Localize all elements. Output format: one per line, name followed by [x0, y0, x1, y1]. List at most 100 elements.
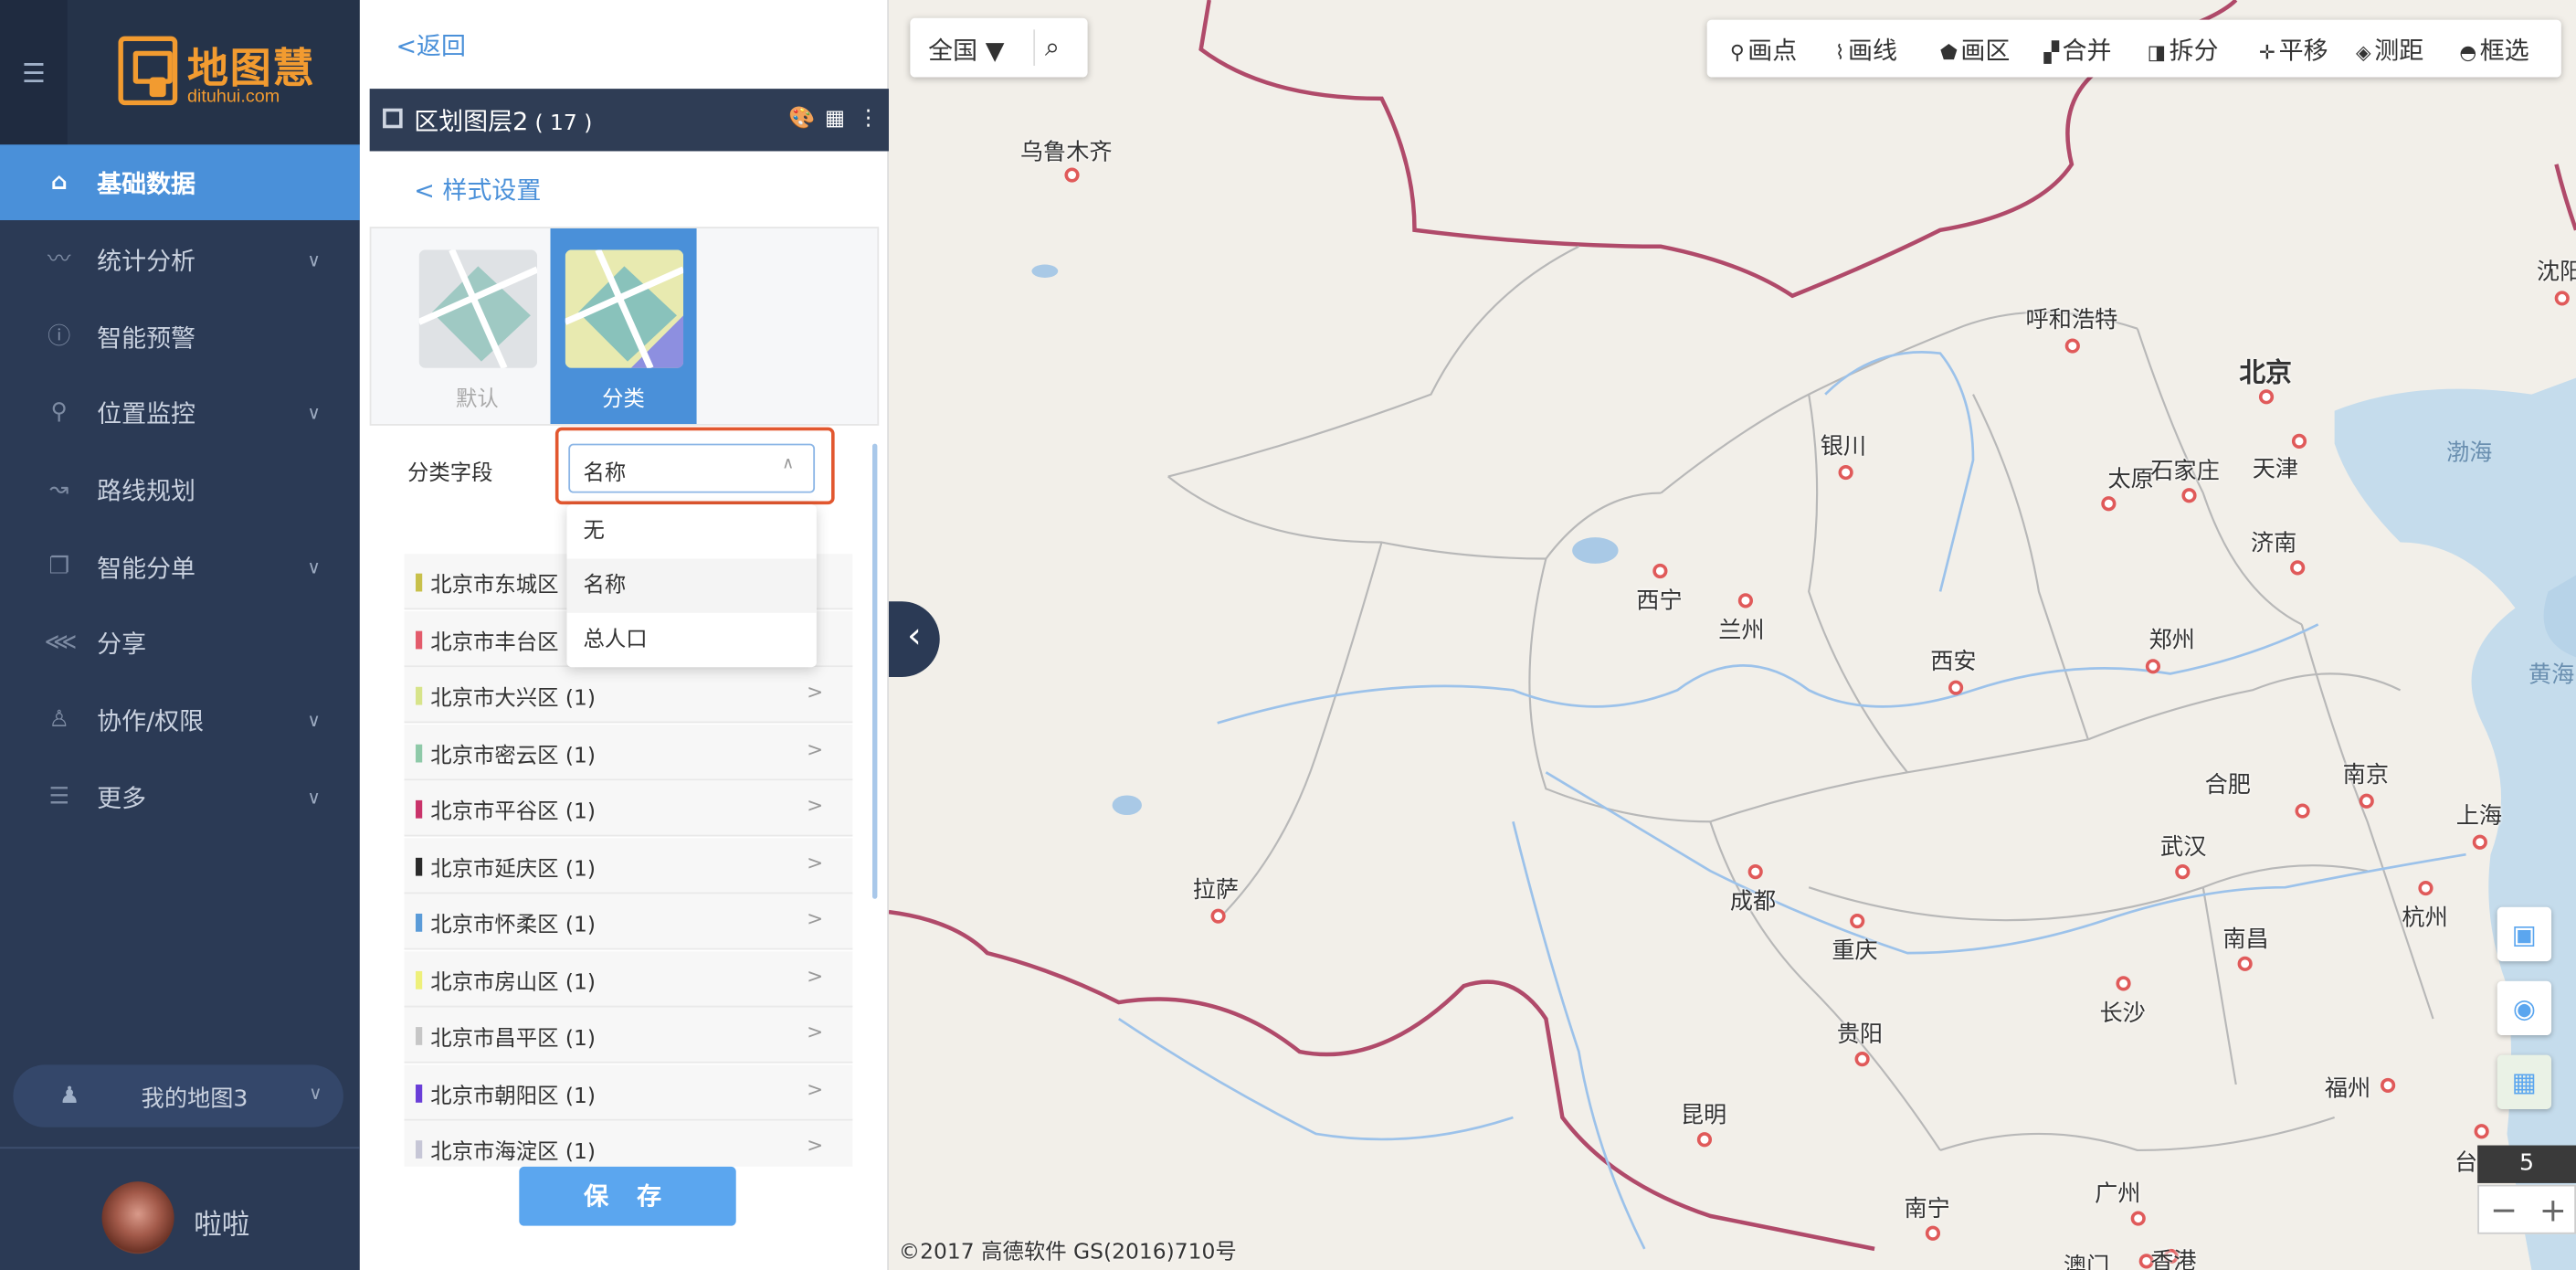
city-marker[interactable]	[2290, 560, 2306, 576]
list-item[interactable]: 北京市朝阳区 (1) >	[404, 1064, 853, 1120]
list-item[interactable]: 北京市房山区 (1) >	[404, 950, 853, 1007]
city-marker[interactable]	[2381, 1077, 2396, 1094]
sidebar-item-1[interactable]: 〰统计分析 ∨	[0, 222, 360, 298]
palette-icon[interactable]: 🎨	[788, 107, 815, 132]
city-marker[interactable]	[2145, 659, 2161, 674]
city-marker[interactable]	[1838, 464, 1853, 481]
list-item[interactable]: 北京市大兴区 (1) >	[404, 667, 853, 724]
toolbar-merge-button[interactable]: ▞ 合并	[2043, 33, 2111, 68]
category-field-select[interactable]: 名称 ∧	[568, 443, 816, 493]
city-marker[interactable]	[1737, 593, 1753, 609]
toolbar-label: 测距	[2374, 36, 2424, 66]
city-marker[interactable]	[2472, 834, 2487, 850]
toolbar-label: 拆分	[2169, 36, 2219, 66]
city-marker[interactable]	[1925, 1225, 1941, 1241]
dropdown-option-name[interactable]: 名称	[566, 558, 817, 613]
city-marker[interactable]	[2258, 389, 2275, 405]
avatar[interactable]	[101, 1181, 174, 1254]
my-map-selector[interactable]: ♟ 我的地图3 ∨	[13, 1064, 343, 1127]
city-marker[interactable]	[1747, 864, 1763, 880]
table-icon[interactable]: ▦	[825, 107, 845, 132]
city-marker[interactable]	[2101, 496, 2117, 512]
city-marker[interactable]	[1948, 680, 1964, 695]
city-marker[interactable]	[1652, 563, 1668, 579]
toolbar-ruler-button[interactable]: ◈ 测距	[2356, 33, 2423, 68]
region-dropdown[interactable]: 全国 ▼	[928, 33, 1004, 68]
zoom-in-button[interactable]: +	[2528, 1190, 2576, 1229]
sidebar-item-0[interactable]: ⌂ 基础数据	[0, 144, 360, 220]
color-swatch	[416, 913, 423, 932]
city-marker[interactable]	[2175, 864, 2191, 880]
city-marker[interactable]	[2554, 291, 2570, 306]
city-label: 南宁	[1904, 1196, 1950, 1223]
sidebar-item-5[interactable]: ❐ 智能分单 ∨	[0, 529, 360, 605]
sidebar-item-2[interactable]: ⓘ 智能预警	[0, 299, 360, 375]
toolbar-label: 合并	[2062, 36, 2112, 66]
city-marker[interactable]	[2295, 803, 2310, 819]
toolbar-label: 画线	[1848, 36, 1898, 66]
city-marker[interactable]	[1854, 1052, 1870, 1067]
list-item[interactable]: 北京市怀柔区 (1) >	[404, 894, 853, 950]
zoom-out-button[interactable]: −	[2479, 1190, 2528, 1229]
list-item[interactable]: 北京市平谷区 (1) >	[404, 780, 853, 837]
copyright: ©2017 高德软件 GS(2016)710号	[898, 1240, 1237, 1265]
city-label: 沈阳	[2536, 259, 2576, 286]
city-label: 呼和浩特	[2025, 307, 2118, 334]
sidebar-item-3[interactable]: ⚲ 位置监控 ∨	[0, 375, 360, 450]
list-item[interactable]: 北京市密云区 (1) >	[404, 724, 853, 780]
city-marker[interactable]	[1850, 913, 1865, 929]
style-settings-link[interactable]: < 样式设置	[414, 173, 541, 207]
style-option-default[interactable]: 默认	[404, 228, 550, 424]
city-label: 石家庄	[2150, 458, 2220, 485]
map-canvas[interactable]: 乌鲁木齐呼和浩特北京 沈阳银川太原石家庄 天津济南西宁兰州 郑州西安合肥 南京上海武汉拉…	[888, 0, 2576, 1270]
layer-icon	[383, 108, 403, 129]
scrollbar[interactable]	[872, 443, 878, 899]
sidebar-item-7[interactable]: ♙ 协作/权限 ∨	[0, 682, 360, 757]
basemap-switch-icon[interactable]: ▦	[2497, 1054, 2552, 1109]
chevron-right-icon: >	[807, 1020, 824, 1044]
city-marker[interactable]	[2181, 488, 2197, 503]
sidebar-item-label: 智能分单	[97, 553, 196, 583]
back-link[interactable]: <返回	[396, 28, 466, 63]
style-option-category[interactable]: 分类	[550, 228, 697, 425]
city-marker[interactable]	[2237, 956, 2253, 971]
city-marker[interactable]	[2359, 793, 2374, 809]
list-item[interactable]: 北京市昌平区 (1) >	[404, 1007, 853, 1064]
toolbar-polygon-button[interactable]: ⬟ 画区	[1940, 33, 2010, 68]
sidebar-item-6[interactable]: ⋘ 分享	[0, 605, 360, 681]
chevron-down-icon: ∨	[307, 401, 321, 424]
city-marker[interactable]	[1064, 167, 1080, 183]
city-marker[interactable]	[2116, 976, 2131, 991]
list-item-label: 北京市怀柔区 (1)	[430, 913, 596, 938]
toolbar-polyline-button[interactable]: ⌇ 画线	[1835, 33, 1897, 68]
city-marker[interactable]	[2418, 880, 2433, 896]
list-item[interactable]: 北京市海淀区 (1) >	[404, 1120, 853, 1167]
city-marker[interactable]	[2474, 1124, 2489, 1139]
region-label: 全国	[928, 36, 978, 66]
toolbar-split-button[interactable]: ◨ 拆分	[2148, 33, 2219, 68]
username[interactable]: 啦啦	[194, 1201, 249, 1243]
save-button[interactable]: 保 存	[519, 1166, 736, 1226]
chevron-right-icon: >	[807, 793, 824, 817]
sidebar-item-8[interactable]: ☰ 更多 ∨	[0, 759, 360, 835]
list-item-label: 北京市海淀区 (1)	[430, 1140, 596, 1166]
city-marker[interactable]	[2130, 1211, 2146, 1226]
menu-collapse-icon[interactable]: ☰	[0, 0, 68, 145]
city-marker[interactable]	[1696, 1132, 1713, 1148]
dropdown-option-population[interactable]: 总人口	[566, 613, 816, 667]
dropdown-option-none[interactable]: 无	[566, 504, 816, 558]
save-view-icon[interactable]: ▣	[2497, 906, 2552, 962]
eye-icon[interactable]: ◉	[2497, 980, 2552, 1036]
toolbar-move-button[interactable]: ✛ 平移	[2259, 33, 2328, 68]
city-marker[interactable]	[2291, 433, 2307, 449]
search-icon[interactable]: ⌕	[1045, 31, 1060, 64]
logo[interactable]: 地图慧 dituhui.com	[118, 36, 315, 112]
city-marker[interactable]	[1210, 908, 1226, 924]
color-swatch	[416, 970, 423, 989]
toolbar-lasso-button[interactable]: ◓ 框选	[2459, 33, 2528, 68]
list-item[interactable]: 北京市延庆区 (1) >	[404, 837, 853, 894]
more-icon[interactable]: ⋮	[858, 107, 879, 132]
sidebar-item-4[interactable]: ↝ 路线规划	[0, 452, 360, 528]
toolbar-pin-button[interactable]: ⚲ 画点	[1730, 33, 1797, 68]
city-marker[interactable]	[2064, 338, 2080, 354]
